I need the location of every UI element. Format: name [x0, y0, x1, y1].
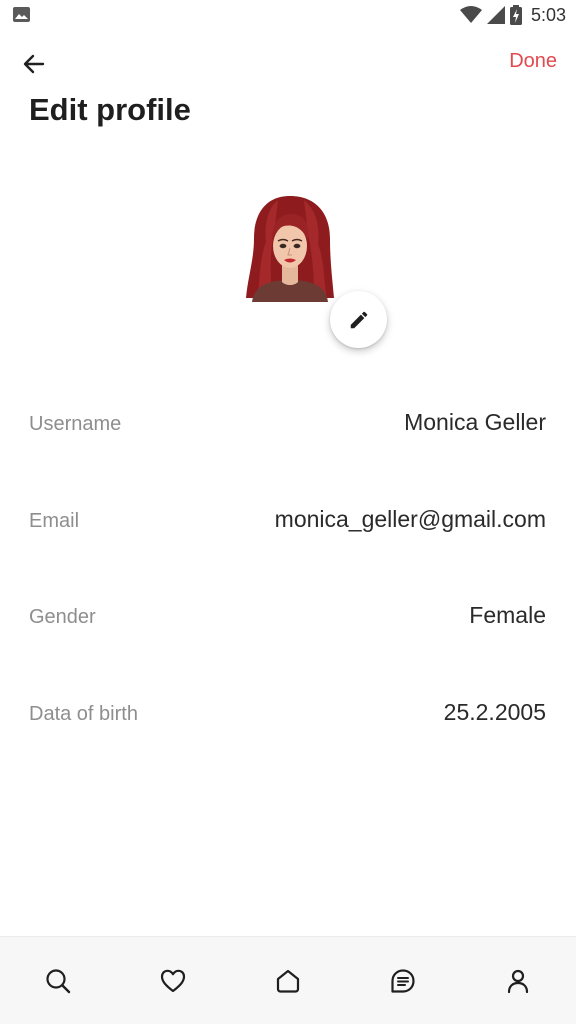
- field-value: Monica Geller: [404, 409, 546, 435]
- battery-charging-icon: [509, 5, 522, 25]
- cellular-signal-icon: [486, 6, 505, 24]
- gender-field[interactable]: Gender Female: [0, 596, 576, 636]
- nav-messages[interactable]: [373, 951, 433, 1011]
- birth-date-field[interactable]: Data of birth 25.2.2005: [0, 693, 576, 733]
- search-icon: [45, 968, 70, 993]
- chat-icon: [391, 968, 415, 993]
- status-time: 5:03: [530, 4, 566, 25]
- pencil-icon: [350, 311, 367, 328]
- edit-photo-button[interactable]: [330, 291, 387, 348]
- home-icon: [276, 969, 300, 993]
- page-title: Edit profile: [29, 92, 191, 127]
- nav-home[interactable]: [258, 951, 318, 1011]
- avatar-image: [246, 196, 334, 302]
- avatar[interactable]: [238, 190, 342, 302]
- field-value: Female: [469, 602, 546, 628]
- nav-favorites[interactable]: [143, 951, 203, 1011]
- profile-icon: [508, 969, 529, 993]
- field-label: Username: [29, 413, 122, 435]
- field-label: Data of birth: [29, 703, 138, 725]
- bottom-navigation: [0, 936, 576, 1024]
- edit-profile-screen: 5:03 Done Edit profile Username Monica G…: [0, 0, 576, 1024]
- nav-search[interactable]: [28, 951, 88, 1011]
- status-bar: 5:03: [0, 0, 576, 30]
- field-label: Gender: [29, 606, 96, 628]
- status-icons: 5:03: [459, 4, 566, 26]
- wifi-icon: [459, 6, 482, 23]
- field-label: Email: [29, 510, 80, 532]
- username-field[interactable]: Username Monica Geller: [0, 403, 576, 443]
- arrow-left-icon: [23, 54, 45, 74]
- back-button[interactable]: [18, 48, 50, 80]
- done-button[interactable]: Done: [509, 50, 557, 73]
- field-value: 25.2.2005: [443, 699, 546, 725]
- heart-icon: [160, 969, 185, 992]
- email-field[interactable]: Email monica_geller@gmail.com: [0, 500, 576, 540]
- nav-profile[interactable]: [488, 951, 548, 1011]
- image-notification-icon: [13, 7, 30, 22]
- field-value: monica_geller@gmail.com: [274, 506, 546, 532]
